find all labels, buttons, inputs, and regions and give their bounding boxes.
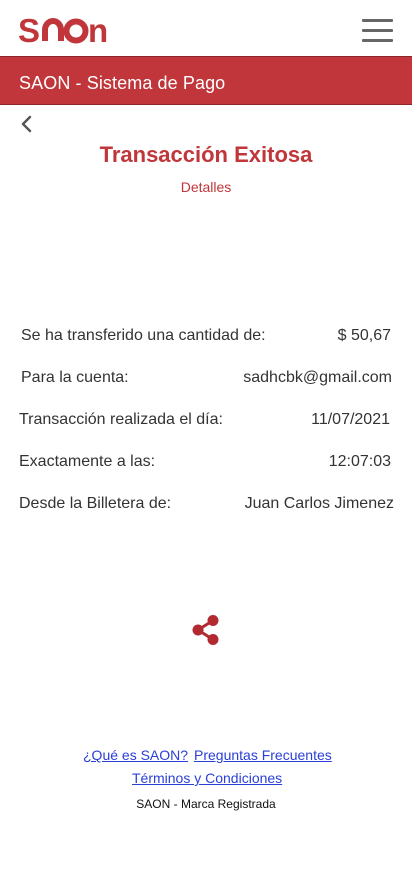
amount-value: $ 50,67	[337, 327, 391, 344]
saon-logo[interactable]: S n	[18, 14, 134, 46]
trademark-note: SAON - Marca Registrada	[136, 797, 276, 811]
time-label: Exactamente a las:	[19, 453, 156, 470]
detail-row-date: Transacción realizada el día: 11/07/2021	[0, 411, 412, 435]
account-value: sadhcbk@gmail.com	[243, 369, 392, 386]
page-banner: SAON - Sistema de Pago	[0, 56, 412, 105]
link-faq[interactable]: Preguntas Frecuentes	[194, 747, 332, 763]
wallet-label: Desde la Billetera de:	[19, 495, 172, 512]
top-navbar: S n	[0, 0, 412, 56]
svg-text:n: n	[88, 14, 108, 46]
hamburger-menu-icon[interactable]	[362, 17, 394, 43]
detail-row-amount: Se ha transferido una cantidad de: $ 50,…	[0, 327, 412, 351]
detail-row-wallet: Desde la Billetera de: Juan Carlos Jimen…	[0, 495, 412, 519]
detail-row-time: Exactamente a las: 12:07:03	[0, 453, 412, 477]
detail-row-account: Para la cuenta: sadhcbk@gmail.com	[0, 369, 412, 393]
chevron-left-icon[interactable]	[18, 113, 36, 135]
account-label: Para la cuenta:	[21, 369, 129, 386]
amount-label: Se ha transferido una cantidad de:	[21, 327, 266, 344]
banner-title: SAON - Sistema de Pago	[19, 73, 226, 93]
link-terms[interactable]: Términos y Condiciones	[132, 770, 282, 786]
date-label: Transacción realizada el día:	[19, 411, 223, 428]
page-subtitle: Detalles	[180, 179, 232, 195]
page-title: Transacción Exitosa	[99, 142, 313, 167]
link-about-saon[interactable]: ¿Qué es SAON?	[83, 747, 188, 763]
wallet-value: Juan Carlos Jimenez	[244, 495, 394, 512]
date-value: 11/07/2021	[311, 411, 390, 428]
time-value: 12:07:03	[328, 453, 391, 470]
svg-text:S: S	[18, 14, 39, 46]
share-icon[interactable]	[191, 614, 221, 646]
